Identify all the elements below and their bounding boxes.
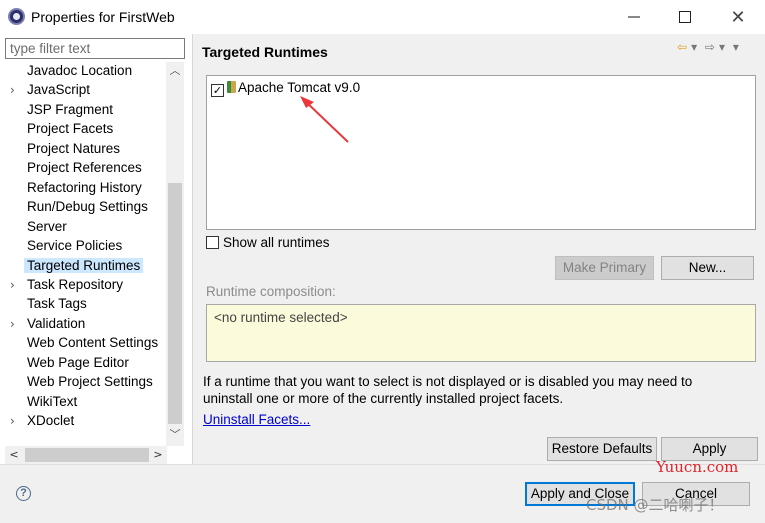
watermark-csdn: CSDN @二哈喇子！ — [586, 496, 724, 514]
sidebar-item[interactable]: Project References — [0, 159, 165, 178]
eclipse-app-icon — [8, 8, 25, 25]
uninstall-facets-link[interactable]: Uninstall Facets... — [203, 412, 310, 427]
sidebar-item-label: Project Natures — [27, 140, 121, 156]
scroll-up-icon[interactable]: ︿ — [166, 62, 184, 80]
scroll-left-icon[interactable]: < — [5, 446, 23, 464]
sidebar-item-label: Run/Debug Settings — [27, 199, 148, 215]
restore-defaults-button[interactable]: Restore Defaults — [547, 437, 657, 461]
property-pages-tree: Javadoc Location › JavaScript JSP Fragment P… — [0, 62, 186, 448]
show-all-checkbox[interactable] — [206, 236, 219, 249]
sidebar-item-label: Project References — [27, 160, 142, 176]
minimize-icon — [628, 16, 640, 18]
sidebar-item[interactable]: Web Page Editor — [0, 354, 165, 373]
maximize-button[interactable] — [665, 4, 705, 30]
runtimes-list[interactable]: ✓ Apache Tomcat v9.0 — [206, 75, 756, 230]
help-icon[interactable]: ? — [16, 486, 31, 501]
sidebar-item[interactable]: Run/Debug Settings — [0, 198, 165, 217]
sidebar-item-label: Task Repository — [27, 276, 124, 292]
scroll-down-icon[interactable]: ﹀ — [166, 426, 184, 444]
sidebar-item[interactable]: WikiText — [0, 393, 165, 412]
back-menu-chevron-icon[interactable]: ▾ — [691, 40, 697, 54]
scroll-right-icon[interactable]: > — [149, 446, 167, 464]
sidebar-item[interactable]: Web Content Settings — [0, 334, 165, 353]
chevron-right-icon[interactable]: › — [10, 83, 20, 97]
show-all-runtimes[interactable]: Show all runtimes — [206, 235, 330, 250]
sidebar-item-label: Service Policies — [27, 238, 123, 254]
chevron-right-icon[interactable]: › — [10, 317, 20, 331]
sidebar-item[interactable]: Targeted Runtimes — [0, 257, 165, 276]
filter-input[interactable] — [5, 38, 185, 59]
minimize-button[interactable] — [614, 4, 654, 30]
sidebar-item-label: WikiText — [27, 393, 78, 409]
page-navigation: ⇦ ▾ ⇨ ▾ ▾ — [677, 40, 743, 54]
window-title: Properties for FirstWeb — [31, 9, 175, 25]
sidebar-item[interactable]: Javadoc Location — [0, 62, 165, 81]
sidebar-item-label: Web Content Settings — [27, 335, 159, 351]
page-header: Targeted Runtimes ⇦ ▾ ⇨ ▾ ▾ — [193, 34, 765, 66]
sidebar-item[interactable]: › XDoclet — [0, 412, 165, 431]
forward-arrow-icon[interactable]: ⇨ — [705, 40, 715, 54]
watermark-site: Yuucn.com — [656, 458, 739, 476]
sidebar-item[interactable]: Web Project Settings — [0, 373, 165, 392]
title-bar: Properties for FirstWeb ✕ — [0, 0, 765, 34]
sidebar-item-label: Web Page Editor — [27, 354, 129, 370]
view-menu-icon[interactable]: ▾ — [733, 40, 739, 54]
sidebar-item[interactable]: › Task Repository — [0, 276, 165, 295]
sidebar-item-label: Server — [27, 218, 67, 234]
make-primary-button[interactable]: Make Primary — [555, 256, 654, 280]
sidebar-item-label: Targeted Runtimes — [24, 257, 144, 273]
runtime-composition-label: Runtime composition: — [206, 284, 336, 299]
sidebar-item-label: Task Tags — [27, 296, 87, 312]
maximize-icon — [679, 11, 691, 23]
sidebar-item[interactable]: Service Policies — [0, 237, 165, 256]
sidebar-item-label: Validation — [27, 315, 86, 331]
chevron-right-icon[interactable]: › — [10, 414, 20, 428]
sidebar-item-label: JSP Fragment — [27, 101, 114, 117]
sidebar-item[interactable]: › JavaScript — [0, 81, 165, 100]
sidebar-item[interactable]: JSP Fragment — [0, 101, 165, 120]
new-runtime-button[interactable]: New... — [661, 256, 754, 280]
sidebar-item[interactable]: › Validation — [0, 315, 165, 334]
tree-horizontal-scrollbar[interactable]: < > — [5, 446, 167, 464]
back-arrow-icon[interactable]: ⇦ — [677, 40, 687, 54]
tree-vertical-scrollbar[interactable]: ︿ ﹀ — [166, 62, 184, 446]
sidebar-item-label: XDoclet — [27, 413, 75, 429]
tomcat-icon — [227, 81, 236, 93]
sidebar-item[interactable]: Server — [0, 218, 165, 237]
sidebar-item-label: Web Project Settings — [27, 374, 153, 390]
annotation-arrow-icon — [300, 96, 349, 143]
scroll-thumb[interactable] — [168, 183, 182, 424]
runtime-checkbox[interactable]: ✓ — [211, 84, 224, 97]
sidebar-item[interactable]: Task Tags — [0, 295, 165, 314]
sidebar-item-label: Javadoc Location — [27, 63, 133, 78]
sidebar-item[interactable]: Refactoring History — [0, 179, 165, 198]
chevron-right-icon[interactable]: › — [10, 278, 20, 292]
sidebar-item[interactable]: Project Natures — [0, 140, 165, 159]
close-icon: ✕ — [730, 6, 746, 28]
sidebar-item-label: Refactoring History — [27, 179, 142, 195]
page-title: Targeted Runtimes — [202, 44, 328, 60]
hscroll-thumb[interactable] — [25, 448, 149, 462]
runtime-composition-value: <no runtime selected> — [214, 310, 348, 325]
runtime-composition-box: <no runtime selected> — [206, 304, 756, 362]
close-button[interactable]: ✕ — [718, 4, 758, 30]
forward-menu-chevron-icon[interactable]: ▾ — [719, 40, 725, 54]
sidebar-item-label: JavaScript — [27, 82, 91, 98]
sidebar-item[interactable]: Project Facets — [0, 120, 165, 139]
info-text: If a runtime that you want to select is … — [203, 374, 693, 406]
sidebar-item-label: Project Facets — [27, 121, 114, 137]
show-all-label: Show all runtimes — [223, 235, 330, 250]
